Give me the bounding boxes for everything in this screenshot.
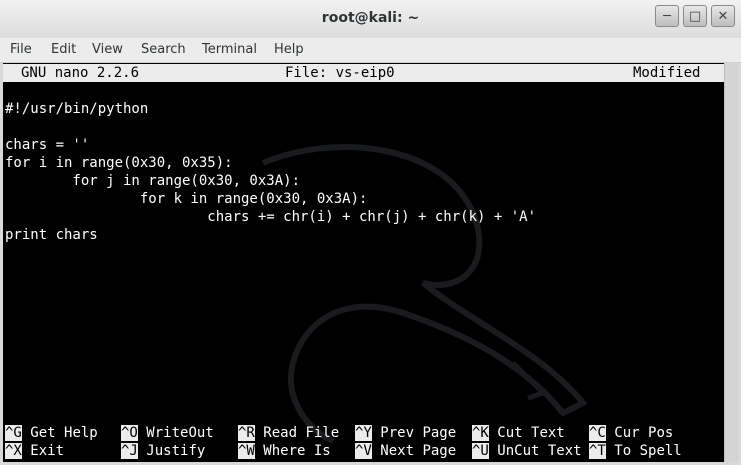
terminal-scrollbar[interactable] bbox=[724, 63, 739, 462]
menu-search[interactable]: Search bbox=[141, 42, 186, 57]
shortcut-justify[interactable]: ^J Justify bbox=[121, 442, 205, 460]
maximize-button[interactable]: □ bbox=[683, 5, 707, 27]
shortcut-to-spell[interactable]: ^T To Spell bbox=[589, 442, 682, 460]
terminal-area[interactable]: GNU nano 2.2.6 File: vs-eip0 Modified #!… bbox=[3, 63, 724, 462]
code-line-6[interactable]: for k in range(0x30, 0x3A): bbox=[5, 190, 368, 208]
window-titlebar[interactable]: root@kali: ~ ─ □ ✕ bbox=[0, 0, 741, 39]
nano-version: GNU nano 2.2.6 bbox=[21, 65, 140, 81]
code-line-1[interactable]: #!/usr/bin/python bbox=[5, 100, 148, 118]
menubar: File Edit View Search Terminal Help bbox=[0, 38, 741, 63]
menu-help[interactable]: Help bbox=[274, 42, 304, 57]
minimize-button[interactable]: ─ bbox=[655, 5, 679, 27]
window-title: root@kali: ~ bbox=[321, 10, 420, 26]
shortcut-cur-pos[interactable]: ^C Cur Pos bbox=[589, 424, 673, 442]
shortcut-prev-page[interactable]: ^Y Prev Page bbox=[355, 424, 456, 442]
shortcut-exit[interactable]: ^X Exit bbox=[5, 442, 64, 460]
menu-view[interactable]: View bbox=[92, 42, 123, 57]
menu-terminal[interactable]: Terminal bbox=[202, 42, 257, 57]
code-line-7[interactable]: chars += chr(i) + chr(j) + chr(k) + 'A' bbox=[5, 208, 536, 226]
window-controls: ─ □ ✕ bbox=[655, 5, 735, 27]
menu-file[interactable]: File bbox=[10, 42, 32, 57]
code-line-8[interactable]: print chars bbox=[5, 226, 98, 244]
code-line-3[interactable]: chars = '' bbox=[5, 136, 89, 154]
kali-dragon-icon bbox=[261, 144, 588, 443]
nano-header-bar: GNU nano 2.2.6 File: vs-eip0 Modified bbox=[3, 64, 724, 82]
shortcut-read-file[interactable]: ^R Read File bbox=[238, 424, 339, 442]
close-button[interactable]: ✕ bbox=[711, 5, 735, 27]
shortcut-next-page[interactable]: ^V Next Page bbox=[355, 442, 456, 460]
shortcut-writeout[interactable]: ^O WriteOut bbox=[121, 424, 214, 442]
shortcut-get-help[interactable]: ^G Get Help bbox=[5, 424, 98, 442]
code-line-4[interactable]: for i in range(0x30, 0x35): bbox=[5, 154, 233, 172]
nano-modified-status: Modified bbox=[633, 65, 701, 81]
shortcut-uncut-text[interactable]: ^U UnCut Text bbox=[472, 442, 582, 460]
shortcut-cut-text[interactable]: ^K Cut Text bbox=[472, 424, 565, 442]
nano-filename: File: vs-eip0 bbox=[285, 65, 395, 81]
code-line-5[interactable]: for j in range(0x30, 0x3A): bbox=[5, 172, 300, 190]
shortcut-where-is[interactable]: ^W Where Is bbox=[238, 442, 331, 460]
menu-edit[interactable]: Edit bbox=[51, 42, 76, 57]
